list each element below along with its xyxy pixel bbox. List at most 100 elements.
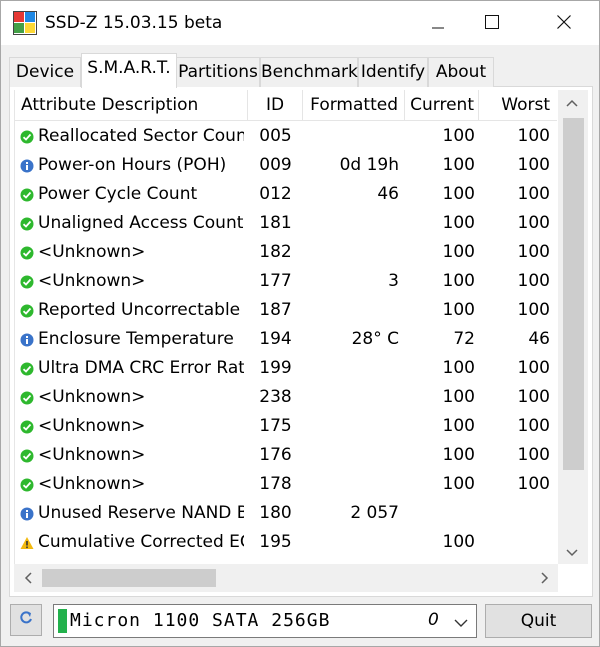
cell-formatted: [303, 528, 405, 557]
cell-current: 100: [442, 300, 475, 320]
cell-id: 177: [259, 271, 292, 291]
cell-formatted: [303, 412, 405, 441]
tab-identify[interactable]: Identify: [358, 57, 428, 87]
table-row[interactable]: Unused Reserve NAND B... 180 2 057: [15, 499, 557, 528]
vertical-scroll-thumb[interactable]: [563, 118, 584, 470]
green-check-circle-icon: [20, 303, 34, 318]
cell-worst: 100: [517, 300, 550, 320]
refresh-button[interactable]: [10, 604, 42, 636]
cell-description: Cumulative Corrected ECC: [38, 532, 244, 552]
cell-id: 175: [259, 416, 292, 436]
table-row[interactable]: <Unknown> 176 100 100: [15, 441, 557, 470]
minimize-button[interactable]: [415, 1, 461, 45]
table-row[interactable]: Enclosure Temperature 194 28° C 72 46: [15, 325, 557, 354]
cell-current: 100: [442, 242, 475, 262]
cell-id: 187: [259, 300, 292, 320]
scroll-left-arrow-icon[interactable]: [24, 572, 32, 587]
cell-formatted: [303, 296, 405, 325]
cell-id: 199: [259, 358, 292, 378]
cell-id: 180: [259, 503, 292, 523]
table-row[interactable]: <Unknown> 177 3 100 100: [15, 267, 557, 296]
cell-current: 100: [442, 126, 475, 146]
green-check-circle-icon: [20, 245, 34, 260]
chevron-down-icon[interactable]: [454, 613, 468, 632]
smart-attribute-list[interactable]: Attribute Description ID Formatted Curre…: [14, 90, 557, 564]
app-window: SSD-Z 15.03.15 beta Device S.M.A.R.T. Pa…: [0, 0, 600, 647]
green-check-circle-icon: [20, 216, 34, 231]
yellow-warning-triangle-icon: [20, 535, 34, 549]
vertical-scrollbar[interactable]: [558, 90, 588, 564]
cell-worst: 100: [517, 358, 550, 378]
cell-description: <Unknown>: [38, 242, 146, 262]
cell-current: 100: [442, 155, 475, 175]
column-header-formatted[interactable]: Formatted: [303, 90, 405, 120]
cell-description: <Unknown>: [38, 474, 146, 494]
cell-current: 100: [442, 532, 475, 552]
quit-button[interactable]: Quit: [485, 604, 592, 638]
column-header-current[interactable]: Current: [405, 90, 479, 120]
cell-id: 176: [259, 445, 292, 465]
table-row[interactable]: Unaligned Access Count 181 100 100: [15, 209, 557, 238]
cell-formatted: 46: [377, 184, 399, 204]
column-header-worst[interactable]: Worst: [479, 90, 557, 120]
cell-id: 012: [259, 184, 292, 204]
table-row[interactable]: Power-on Hours (POH) 009 0d 19h 100 100: [15, 151, 557, 180]
drive-selector[interactable]: Micron 1100 SATA 256GB 0: [53, 604, 477, 638]
cell-worst: 100: [517, 213, 550, 233]
cell-worst: 100: [517, 416, 550, 436]
cell-description: <Unknown>: [38, 416, 146, 436]
drive-index: 0: [428, 610, 439, 630]
cell-worst: 100: [517, 387, 550, 407]
maximize-icon: [485, 14, 499, 33]
minimize-icon: [432, 14, 444, 33]
table-row[interactable]: <Unknown> 238 100 100: [15, 383, 557, 412]
cell-id: 009: [259, 155, 292, 175]
close-button[interactable]: [541, 1, 587, 45]
cell-description: Unaligned Access Count: [38, 213, 244, 233]
table-row[interactable]: <Unknown> 178 100 100: [15, 470, 557, 499]
tab-device[interactable]: Device: [9, 57, 81, 87]
cell-description: Reported Uncorrectable ...: [38, 300, 244, 320]
cell-worst: 100: [517, 242, 550, 262]
green-check-circle-icon: [20, 129, 34, 144]
scroll-up-arrow-icon[interactable]: [566, 96, 578, 110]
table-row[interactable]: <Unknown> 182 100 100: [15, 238, 557, 267]
tab-benchmark[interactable]: Benchmark: [260, 57, 358, 87]
cell-formatted: [303, 122, 405, 151]
table-row[interactable]: Reallocated Sector Count 005 100 100: [15, 122, 557, 151]
cell-formatted: 2 057: [350, 503, 399, 523]
table-row[interactable]: Cumulative Corrected ECC 195 100: [15, 528, 557, 557]
maximize-button[interactable]: [469, 1, 515, 45]
scroll-down-arrow-icon[interactable]: [566, 546, 578, 560]
tab-about[interactable]: About: [428, 57, 494, 87]
cell-id: 181: [259, 213, 292, 233]
table-row[interactable]: Ultra DMA CRC Error Rate 199 100 100: [15, 354, 557, 383]
scroll-right-arrow-icon[interactable]: [541, 572, 549, 587]
window-title: SSD-Z 15.03.15 beta: [45, 13, 223, 33]
horizontal-scrollbar[interactable]: [14, 564, 558, 592]
blue-info-circle-icon: [20, 332, 34, 347]
cell-current: 100: [442, 474, 475, 494]
green-check-circle-icon: [20, 390, 34, 405]
column-header-id[interactable]: ID: [248, 90, 303, 120]
list-header: Attribute Description ID Formatted Curre…: [15, 90, 557, 121]
cell-description: Power Cycle Count: [38, 184, 198, 204]
cell-current: 100: [442, 387, 475, 407]
cell-worst: 100: [517, 271, 550, 291]
drive-name: Micron 1100 SATA 256GB: [70, 610, 331, 631]
table-row[interactable]: <Unknown> 175 100 100: [15, 412, 557, 441]
refresh-icon: [18, 610, 34, 630]
cell-current: 100: [442, 184, 475, 204]
table-row[interactable]: Reported Uncorrectable ... 187 100 100: [15, 296, 557, 325]
cell-description: Ultra DMA CRC Error Rate: [38, 358, 244, 378]
cell-worst: [479, 528, 557, 557]
column-header-description[interactable]: Attribute Description: [15, 90, 248, 120]
cell-id: 195: [259, 532, 292, 552]
cell-current: 100: [442, 445, 475, 465]
tab-partitions[interactable]: Partitions: [176, 57, 260, 87]
tab-smart[interactable]: S.M.A.R.T.: [81, 53, 177, 88]
cell-description: Enclosure Temperature: [38, 329, 234, 349]
horizontal-scroll-thumb[interactable]: [42, 569, 216, 587]
title-bar[interactable]: SSD-Z 15.03.15 beta: [1, 1, 599, 45]
table-row[interactable]: Power Cycle Count 012 46 100 100: [15, 180, 557, 209]
